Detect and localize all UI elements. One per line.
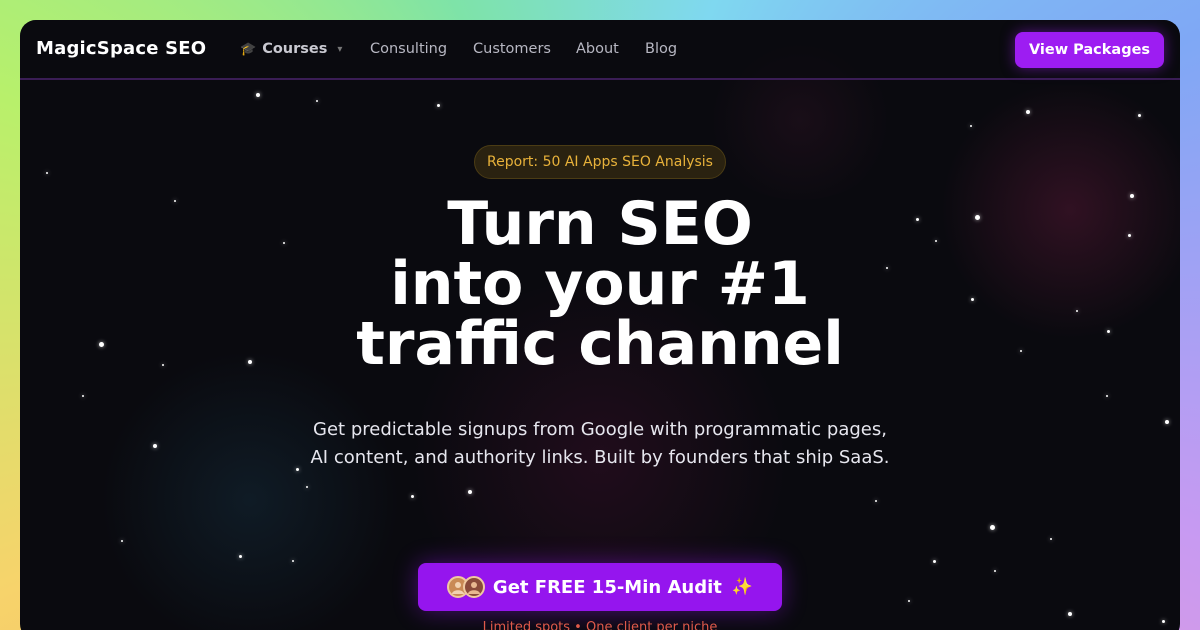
headline-line: Turn SEO [447,189,753,259]
report-badge[interactable]: Report: 50 AI Apps SEO Analysis [474,145,726,179]
nav-item-label: Courses [262,41,328,57]
nav-item-about[interactable]: About [576,41,619,57]
avatar-group [446,576,485,598]
nav-item-blog[interactable]: Blog [645,41,677,57]
sparkle-icon: ✨ [731,577,754,597]
headline-line: traffic channel [356,309,844,379]
background-glow [940,80,1180,340]
nav-item-courses[interactable]: 🎓 Courses ▾ [240,41,342,57]
chevron-down-icon: ▾ [337,43,343,55]
nav-item-customers[interactable]: Customers [473,41,551,57]
graduation-cap-icon: 🎓 [240,41,257,57]
hero-headline: Turn SEO into your #1 traffic channel [250,194,950,374]
headline-line: into your #1 [390,249,810,319]
avatar-icon [462,576,485,598]
nav-item-consulting[interactable]: Consulting [370,41,447,57]
free-audit-button[interactable]: Get FREE 15-Min Audit ✨ [418,563,782,611]
navbar: MagicSpace SEO 🎓 Courses ▾ Consulting Cu… [20,20,1180,80]
audit-button-label: Get FREE 15-Min Audit [492,576,722,598]
hero-subtitle: Get predictable signups from Google with… [310,419,890,468]
view-packages-button[interactable]: View Packages [1015,32,1164,68]
brand-logo[interactable]: MagicSpace SEO [36,38,206,59]
limited-spots-note: Limited spots • One client per niche [482,620,718,630]
page-frame: MagicSpace SEO 🎓 Courses ▾ Consulting Cu… [20,20,1180,630]
background-glow [100,350,400,630]
